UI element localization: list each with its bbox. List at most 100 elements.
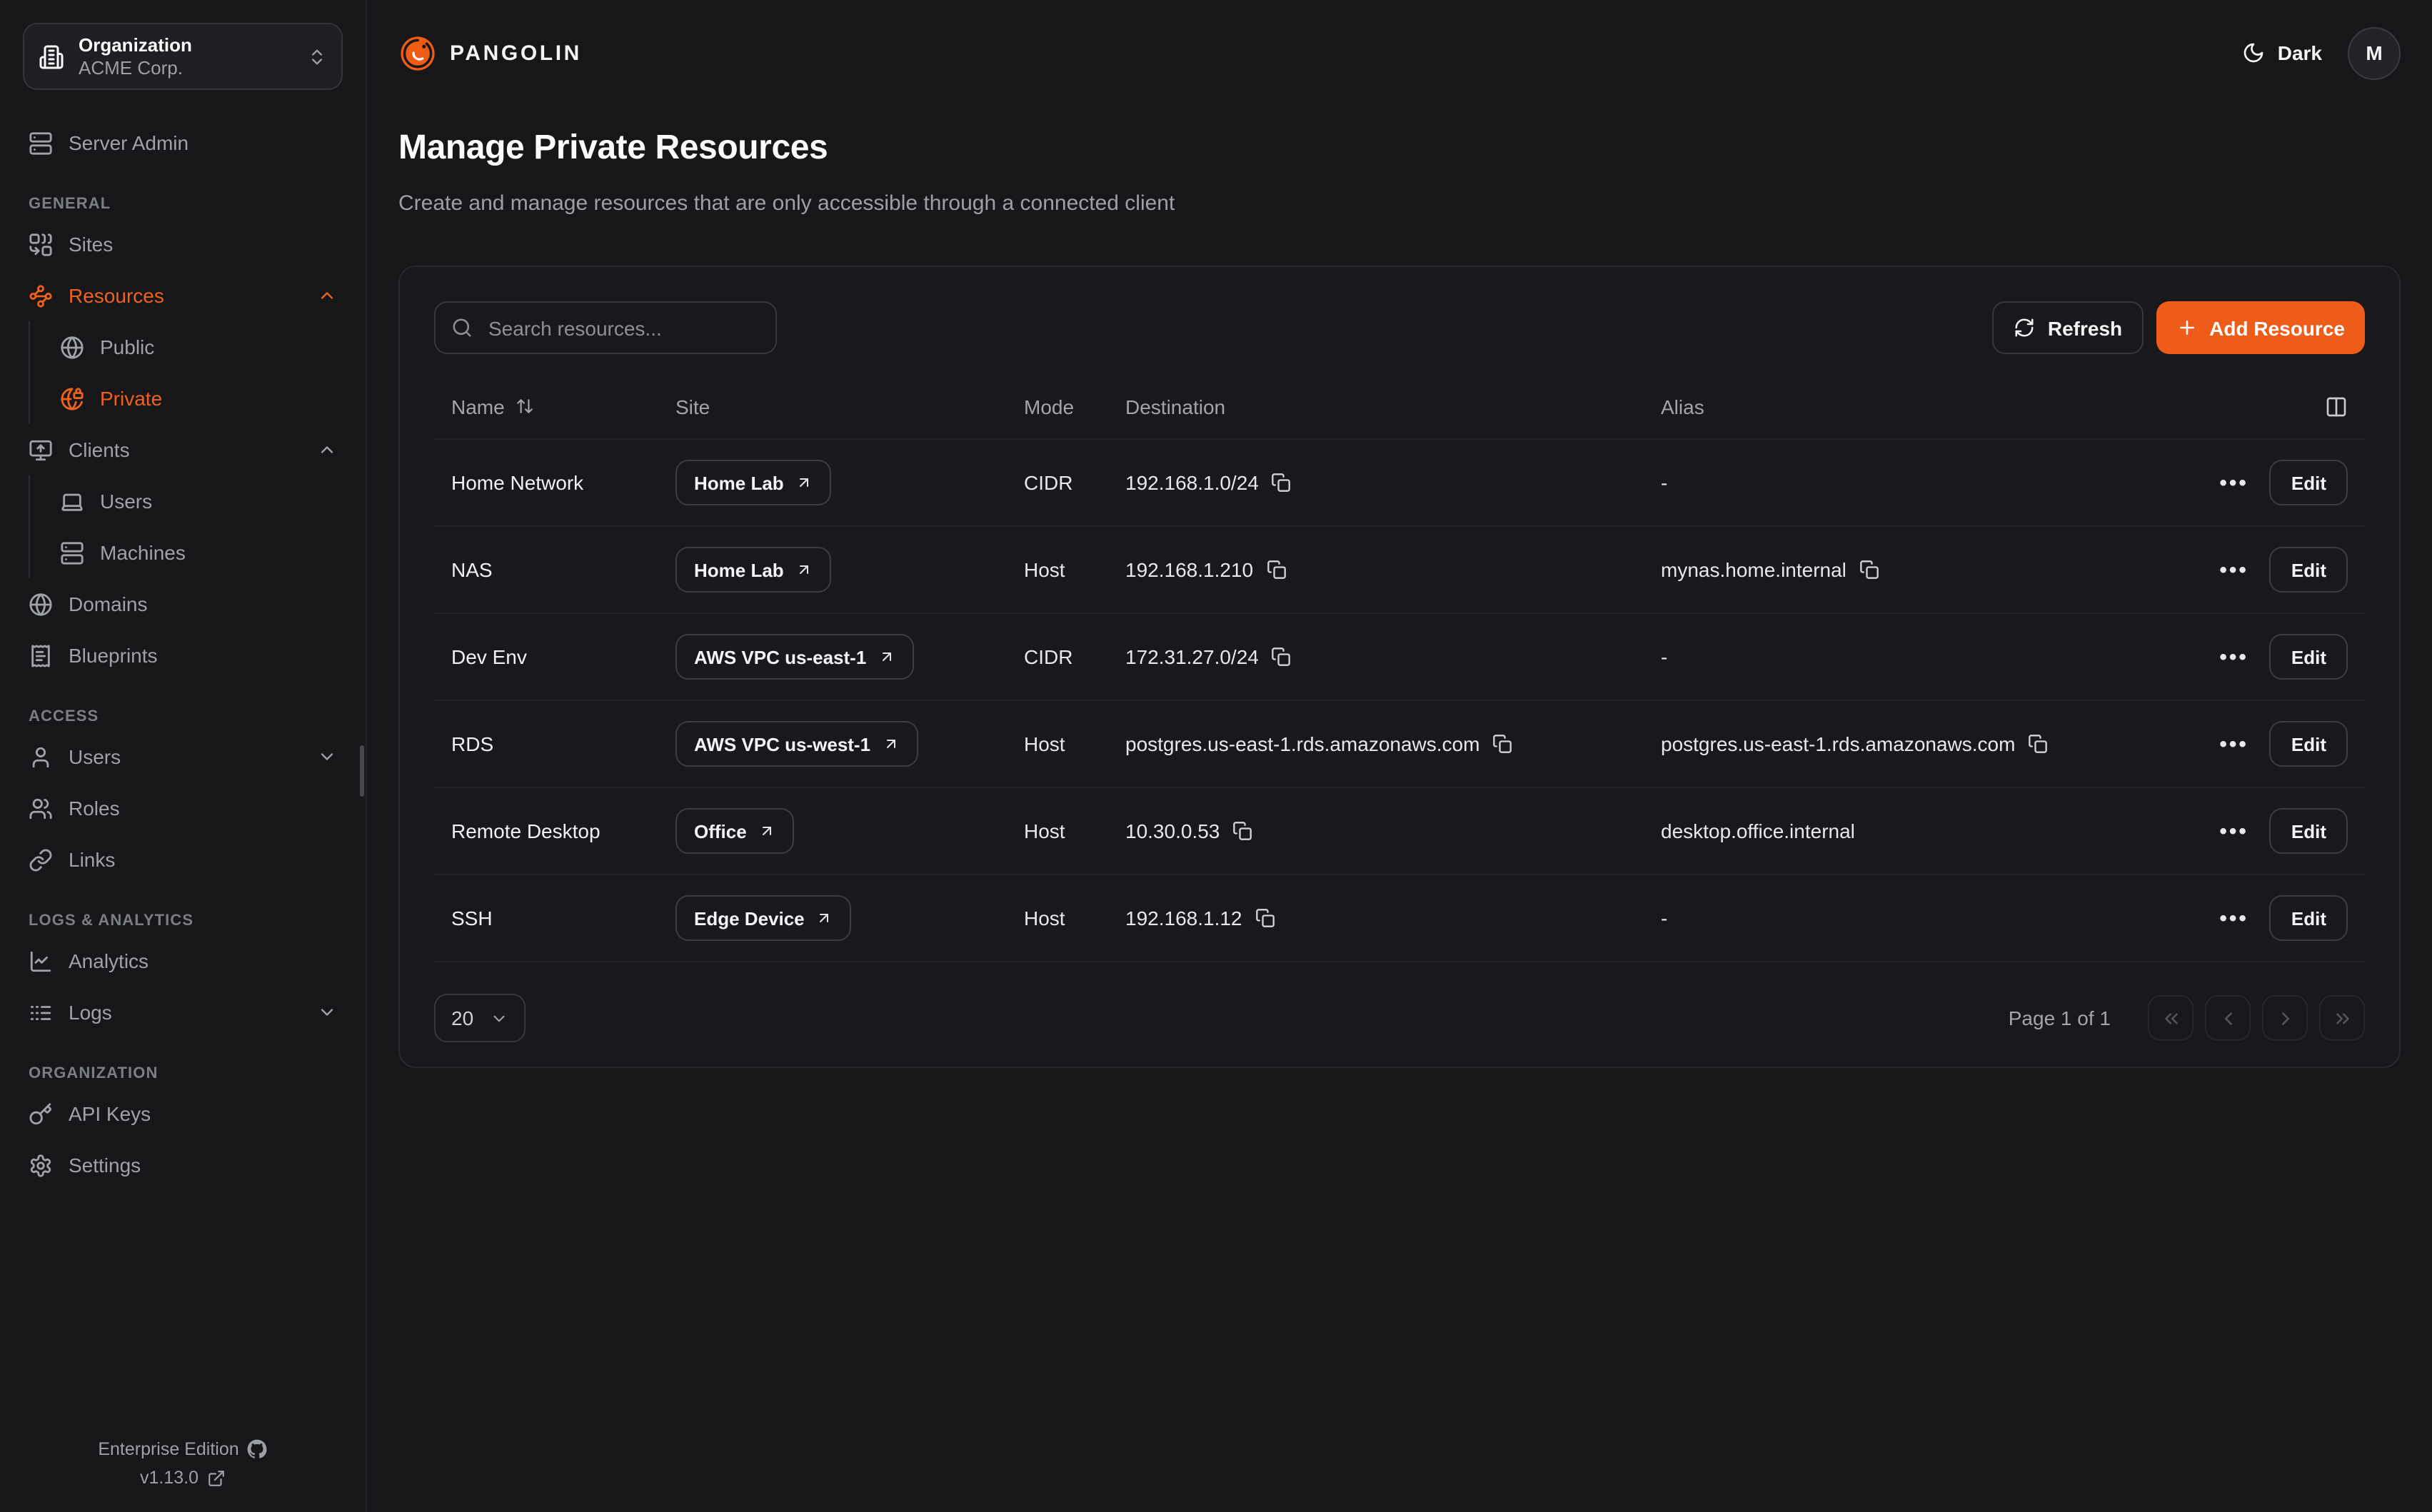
version-link[interactable]: v1.13.0 — [0, 1463, 366, 1492]
edit-button[interactable]: Edit — [2270, 808, 2348, 854]
sidebar-footer: Enterprise Edition v1.13.0 — [0, 1435, 366, 1492]
copy-icon[interactable] — [1859, 560, 1879, 580]
row-menu-button[interactable]: ••• — [2219, 820, 2248, 842]
search-icon — [451, 317, 473, 338]
alias-cell: - — [1644, 645, 2219, 668]
sidebar-item-resources[interactable]: Resources — [0, 270, 366, 321]
sidebar-subitems: Public Private — [29, 321, 366, 424]
table-row: SSHEdge DeviceHost192.168.1.12-•••Edit — [434, 875, 2365, 962]
column-header-name[interactable]: Name — [451, 395, 505, 418]
copy-icon[interactable] — [1255, 908, 1275, 928]
next-page-button[interactable] — [2262, 995, 2308, 1041]
arrow-up-right-icon — [878, 648, 895, 665]
sidebar-item-analytics[interactable]: Analytics — [0, 935, 366, 987]
column-visibility-button[interactable] — [2325, 395, 2348, 418]
sidebar-item-label: Public — [100, 336, 154, 358]
row-menu-button[interactable]: ••• — [2219, 907, 2248, 929]
sidebar-item-users[interactable]: Users — [30, 475, 366, 527]
alias-cell: desktop.office.internal — [1644, 820, 2219, 842]
logs-icon — [29, 1000, 53, 1024]
site-link-button[interactable]: AWS VPC us-east-1 — [675, 634, 913, 680]
org-switcher-value: ACME Corp. — [79, 57, 293, 79]
monitor-up-icon — [29, 438, 53, 462]
edit-button[interactable]: Edit — [2270, 460, 2348, 505]
sidebar-item-label: Domains — [69, 593, 148, 615]
column-header-site: Site — [658, 395, 1007, 418]
org-switcher[interactable]: Organization ACME Corp. — [23, 23, 343, 90]
search-input[interactable] — [486, 315, 760, 341]
mode-cell: CIDR — [1007, 471, 1108, 494]
external-link-icon — [207, 1468, 226, 1487]
row-menu-button[interactable]: ••• — [2219, 472, 2248, 493]
copy-icon[interactable] — [1492, 734, 1512, 754]
site-link-button[interactable]: AWS VPC us-west-1 — [675, 721, 918, 767]
edit-button[interactable]: Edit — [2270, 721, 2348, 767]
site-link-button[interactable]: Edge Device — [675, 895, 852, 941]
sidebar-item-settings[interactable]: Settings — [0, 1139, 366, 1191]
row-menu-button[interactable]: ••• — [2219, 559, 2248, 580]
copy-icon[interactable] — [1232, 821, 1252, 841]
last-page-button[interactable] — [2319, 995, 2365, 1041]
page-size-select[interactable]: 20 — [434, 994, 526, 1042]
sidebar-item-label: Settings — [69, 1154, 141, 1176]
sidebar-item-roles[interactable]: Roles — [0, 782, 366, 834]
mode-cell: Host — [1007, 732, 1108, 755]
copy-icon[interactable] — [1272, 647, 1292, 667]
chart-line-icon — [29, 949, 53, 973]
globe-icon — [60, 335, 84, 359]
edit-button[interactable]: Edit — [2270, 895, 2348, 941]
app-window: Organization ACME Corp. Server AdminGENE… — [0, 0, 2432, 1512]
sidebar-item-label: Blueprints — [69, 644, 158, 667]
app-logo[interactable]: PANGOLIN — [398, 34, 582, 72]
site-link-button[interactable]: Home Lab — [675, 547, 831, 593]
user-avatar[interactable]: M — [2348, 26, 2401, 79]
edit-button[interactable]: Edit — [2270, 634, 2348, 680]
page-subtitle: Create and manage resources that are onl… — [398, 191, 2401, 216]
first-page-button[interactable] — [2148, 995, 2194, 1041]
sidebar-item-api-keys[interactable]: API Keys — [0, 1088, 366, 1139]
sidebar-item-sites[interactable]: Sites — [0, 218, 366, 270]
site-link-button[interactable]: Office — [675, 808, 794, 854]
sidebar-item-label: Users — [100, 490, 152, 513]
section-label: LOGS & ANALYTICS — [29, 912, 337, 929]
copy-icon[interactable] — [1272, 473, 1292, 493]
laptop-icon — [60, 489, 84, 513]
row-menu-button[interactable]: ••• — [2219, 646, 2248, 667]
sidebar-item-logs[interactable]: Logs — [0, 987, 366, 1038]
edit-button[interactable]: Edit — [2270, 547, 2348, 593]
prev-page-button[interactable] — [2205, 995, 2251, 1041]
sidebar-item-server-admin[interactable]: Server Admin — [0, 117, 366, 168]
section-label: ORGANIZATION — [29, 1065, 337, 1082]
sidebar-item-machines[interactable]: Machines — [30, 527, 366, 578]
mode-cell: Host — [1007, 907, 1108, 929]
sort-icon[interactable] — [516, 397, 535, 415]
server-icon — [60, 540, 84, 565]
sidebar-item-public[interactable]: Public — [30, 321, 366, 373]
theme-toggle[interactable]: Dark — [2242, 41, 2322, 64]
sidebar-item-users[interactable]: Users — [0, 731, 366, 782]
receipt-icon — [29, 643, 53, 667]
sidebar-item-domains[interactable]: Domains — [0, 578, 366, 630]
sidebar-scrollbar[interactable] — [360, 745, 364, 797]
sidebar-item-label: Users — [69, 745, 121, 768]
sidebar-item-links[interactable]: Links — [0, 834, 366, 885]
table-row: Remote DesktopOfficeHost10.30.0.53deskto… — [434, 788, 2365, 875]
search-box — [434, 301, 777, 354]
table-row: NASHome LabHost192.168.1.210mynas.home.i… — [434, 527, 2365, 614]
waypoints-icon — [29, 283, 53, 308]
name-cell: SSH — [434, 907, 658, 929]
site-link-button[interactable]: Home Lab — [675, 460, 831, 505]
column-header-mode: Mode — [1007, 395, 1108, 418]
copy-icon[interactable] — [2028, 734, 2048, 754]
copy-icon[interactable] — [1266, 560, 1286, 580]
sidebar: Organization ACME Corp. Server AdminGENE… — [0, 0, 367, 1512]
sidebar-item-private[interactable]: Private — [30, 373, 366, 424]
table-toolbar: Refresh Add Resource — [434, 301, 2365, 354]
sidebar-item-label: Analytics — [69, 949, 149, 972]
sidebar-item-clients[interactable]: Clients — [0, 424, 366, 475]
add-resource-button[interactable]: Add Resource — [2156, 301, 2365, 354]
sidebar-item-blueprints[interactable]: Blueprints — [0, 630, 366, 681]
edition-link[interactable]: Enterprise Edition — [0, 1435, 366, 1463]
row-menu-button[interactable]: ••• — [2219, 733, 2248, 755]
refresh-button[interactable]: Refresh — [1992, 301, 2144, 354]
